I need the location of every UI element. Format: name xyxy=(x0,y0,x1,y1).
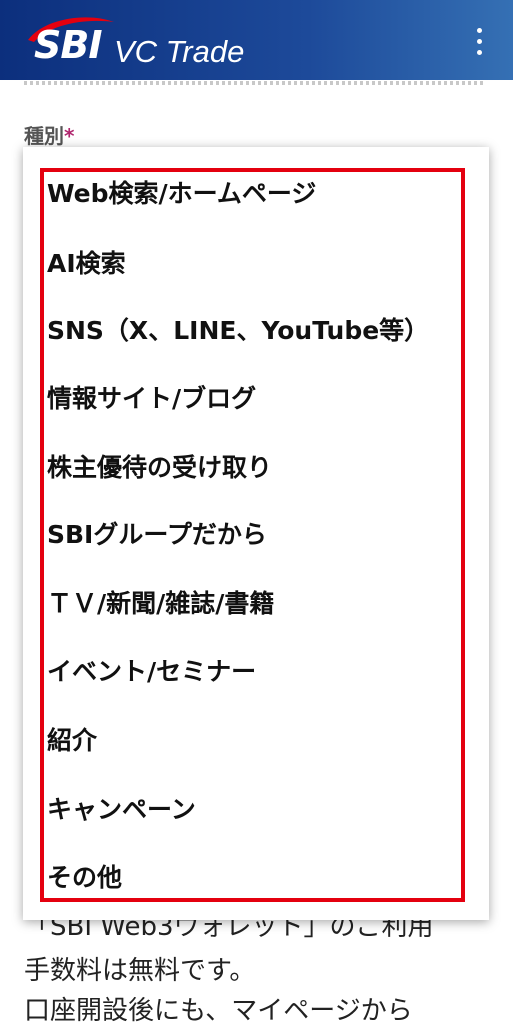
option-other[interactable]: その他 xyxy=(47,865,122,890)
option-event-seminar[interactable]: イベント/セミナー xyxy=(47,659,256,684)
vc-trade-logo-text: VC Trade xyxy=(114,34,245,69)
sbi-logo: SBI xyxy=(34,23,102,67)
app-header: SBI VC Trade xyxy=(0,0,513,80)
option-sns[interactable]: SNS（X、LINE、YouTube等） xyxy=(47,318,429,343)
required-mark: * xyxy=(64,124,75,148)
menu-dot xyxy=(477,28,482,33)
type-field-label: 種別* xyxy=(24,126,74,146)
description-text-line: 手数料は無料です。 xyxy=(24,956,256,986)
header-divider xyxy=(24,81,486,85)
option-web-search[interactable]: Web検索/ホームページ xyxy=(47,181,316,206)
menu-dot xyxy=(477,50,482,55)
description-text-line: 口座開設後にも、マイページから xyxy=(24,996,413,1026)
type-field-label-text: 種別 xyxy=(24,124,64,148)
option-campaign[interactable]: キャンペーン xyxy=(47,797,196,822)
option-shareholder-benefits[interactable]: 株主優待の受け取り xyxy=(47,455,272,480)
option-info-site-blog[interactable]: 情報サイト/ブログ xyxy=(47,386,256,411)
option-tv-newspaper-magazine[interactable]: ＴＶ/新聞/雑誌/書籍 xyxy=(47,591,274,616)
more-vertical-icon[interactable] xyxy=(470,26,488,58)
option-sbi-group[interactable]: SBIグループだから xyxy=(47,522,267,547)
option-referral[interactable]: 紹介 xyxy=(47,728,97,753)
menu-dot xyxy=(477,39,482,44)
option-ai-search[interactable]: AI検索 xyxy=(47,251,126,276)
